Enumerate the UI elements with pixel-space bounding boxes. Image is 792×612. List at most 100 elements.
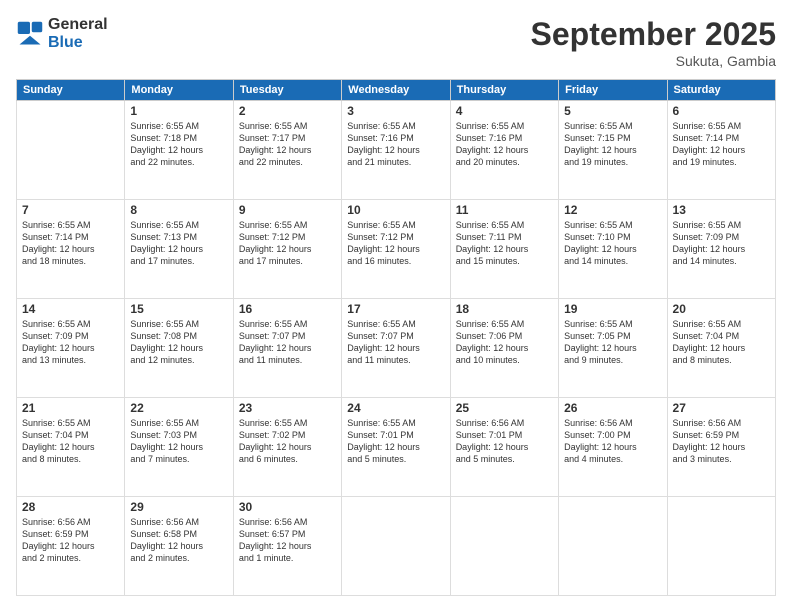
day-number: 11 bbox=[456, 203, 553, 217]
logo: General Blue bbox=[16, 16, 108, 51]
col-header-tuesday: Tuesday bbox=[233, 80, 341, 101]
calendar-cell: 21 Sunrise: 6:55 AM Sunset: 7:04 PM Dayli… bbox=[17, 398, 125, 497]
calendar-cell: 2 Sunrise: 6:55 AM Sunset: 7:17 PM Daylig… bbox=[233, 101, 341, 200]
calendar-cell: 12Sunrise: 6:55 AM Sunset: 7:10 PM Dayli… bbox=[559, 200, 667, 299]
day-number: 18 bbox=[456, 302, 553, 316]
calendar-cell: 9Sunrise: 6:55 AM Sunset: 7:12 PM Daylig… bbox=[233, 200, 341, 299]
day-number: 16 bbox=[239, 302, 336, 316]
calendar-cell: 10 Sunrise: 6:55 AM Sunset: 7:12 PM Dayli… bbox=[342, 200, 450, 299]
calendar-cell: 8 Sunrise: 6:55 AM Sunset: 7:13 PM Daylig… bbox=[125, 200, 233, 299]
day-info: Sunrise: 6:56 AM Sunset: 6:59 PM Dayligh… bbox=[673, 417, 770, 466]
calendar-cell: 25 Sunrise: 6:56 AM Sunset: 7:01 PM Dayli… bbox=[450, 398, 558, 497]
calendar-cell: 27 Sunrise: 6:56 AM Sunset: 6:59 PM Dayli… bbox=[667, 398, 775, 497]
col-header-wednesday: Wednesday bbox=[342, 80, 450, 101]
day-number: 5 bbox=[564, 104, 661, 118]
col-header-friday: Friday bbox=[559, 80, 667, 101]
calendar-cell bbox=[17, 101, 125, 200]
day-number: 1 bbox=[130, 104, 227, 118]
day-info: Sunrise: 6:55 AM Sunset: 7:14 PM Dayligh… bbox=[673, 120, 770, 169]
col-header-saturday: Saturday bbox=[667, 80, 775, 101]
calendar-week-row: 14 Sunrise: 6:55 AM Sunset: 7:09 PM Dayli… bbox=[17, 299, 776, 398]
day-info: Sunrise: 6:56 AM Sunset: 6:59 PM Dayligh… bbox=[22, 516, 119, 565]
day-info: Sunrise: 6:55 AM Sunset: 7:04 PM Dayligh… bbox=[673, 318, 770, 367]
calendar-cell: 3 Sunrise: 6:55 AM Sunset: 7:16 PM Daylig… bbox=[342, 101, 450, 200]
col-header-monday: Monday bbox=[125, 80, 233, 101]
day-info: Sunrise: 6:55 AM Sunset: 7:07 PM Dayligh… bbox=[239, 318, 336, 367]
day-info: Sunrise: 6:55 AM Sunset: 7:04 PM Dayligh… bbox=[22, 417, 119, 466]
month-title: September 2025 bbox=[531, 16, 776, 53]
day-info: Sunrise: 6:55 AM Sunset: 7:17 PM Dayligh… bbox=[239, 120, 336, 169]
day-number: 25 bbox=[456, 401, 553, 415]
header: General Blue September 2025 Sukuta, Gamb… bbox=[16, 16, 776, 69]
day-number: 27 bbox=[673, 401, 770, 415]
day-info: Sunrise: 6:55 AM Sunset: 7:14 PM Dayligh… bbox=[22, 219, 119, 268]
page: General Blue September 2025 Sukuta, Gamb… bbox=[0, 0, 792, 612]
day-info: Sunrise: 6:55 AM Sunset: 7:09 PM Dayligh… bbox=[673, 219, 770, 268]
day-number: 19 bbox=[564, 302, 661, 316]
calendar-cell: 28 Sunrise: 6:56 AM Sunset: 6:59 PM Dayli… bbox=[17, 497, 125, 596]
calendar-cell: 29Sunrise: 6:56 AM Sunset: 6:58 PM Dayli… bbox=[125, 497, 233, 596]
calendar-cell: 20Sunrise: 6:55 AM Sunset: 7:04 PM Dayli… bbox=[667, 299, 775, 398]
calendar-cell: 1 Sunrise: 6:55 AM Sunset: 7:18 PM Daylig… bbox=[125, 101, 233, 200]
calendar-cell: 19 Sunrise: 6:55 AM Sunset: 7:05 PM Dayli… bbox=[559, 299, 667, 398]
calendar-cell: 18Sunrise: 6:55 AM Sunset: 7:06 PM Dayli… bbox=[450, 299, 558, 398]
day-number: 26 bbox=[564, 401, 661, 415]
calendar-week-row: 7 Sunrise: 6:55 AM Sunset: 7:14 PM Daylig… bbox=[17, 200, 776, 299]
calendar-cell bbox=[450, 497, 558, 596]
day-info: Sunrise: 6:55 AM Sunset: 7:08 PM Dayligh… bbox=[130, 318, 227, 367]
logo-icon bbox=[16, 20, 44, 48]
calendar-header-row: SundayMondayTuesdayWednesdayThursdayFrid… bbox=[17, 80, 776, 101]
day-number: 21 bbox=[22, 401, 119, 415]
day-number: 6 bbox=[673, 104, 770, 118]
day-info: Sunrise: 6:55 AM Sunset: 7:03 PM Dayligh… bbox=[130, 417, 227, 466]
day-info: Sunrise: 6:55 AM Sunset: 7:16 PM Dayligh… bbox=[347, 120, 444, 169]
calendar-cell: 4 Sunrise: 6:55 AM Sunset: 7:16 PM Daylig… bbox=[450, 101, 558, 200]
calendar-cell bbox=[342, 497, 450, 596]
day-number: 17 bbox=[347, 302, 444, 316]
day-info: Sunrise: 6:55 AM Sunset: 7:16 PM Dayligh… bbox=[456, 120, 553, 169]
day-number: 10 bbox=[347, 203, 444, 217]
calendar-cell: 26 Sunrise: 6:56 AM Sunset: 7:00 PM Dayli… bbox=[559, 398, 667, 497]
day-info: Sunrise: 6:55 AM Sunset: 7:07 PM Dayligh… bbox=[347, 318, 444, 367]
day-number: 22 bbox=[130, 401, 227, 415]
day-number: 8 bbox=[130, 203, 227, 217]
day-info: Sunrise: 6:56 AM Sunset: 6:57 PM Dayligh… bbox=[239, 516, 336, 565]
title-block: September 2025 Sukuta, Gambia bbox=[531, 16, 776, 69]
location-subtitle: Sukuta, Gambia bbox=[531, 53, 776, 69]
calendar-cell bbox=[667, 497, 775, 596]
day-number: 28 bbox=[22, 500, 119, 514]
calendar-cell: 24 Sunrise: 6:55 AM Sunset: 7:01 PM Dayli… bbox=[342, 398, 450, 497]
day-info: Sunrise: 6:55 AM Sunset: 7:05 PM Dayligh… bbox=[564, 318, 661, 367]
day-number: 15 bbox=[130, 302, 227, 316]
calendar-week-row: 1 Sunrise: 6:55 AM Sunset: 7:18 PM Daylig… bbox=[17, 101, 776, 200]
day-info: Sunrise: 6:55 AM Sunset: 7:18 PM Dayligh… bbox=[130, 120, 227, 169]
calendar-cell: 17 Sunrise: 6:55 AM Sunset: 7:07 PM Dayli… bbox=[342, 299, 450, 398]
day-number: 3 bbox=[347, 104, 444, 118]
calendar-cell: 5Sunrise: 6:55 AM Sunset: 7:15 PM Daylig… bbox=[559, 101, 667, 200]
day-number: 23 bbox=[239, 401, 336, 415]
day-info: Sunrise: 6:55 AM Sunset: 7:13 PM Dayligh… bbox=[130, 219, 227, 268]
day-info: Sunrise: 6:55 AM Sunset: 7:11 PM Dayligh… bbox=[456, 219, 553, 268]
day-number: 7 bbox=[22, 203, 119, 217]
day-info: Sunrise: 6:55 AM Sunset: 7:12 PM Dayligh… bbox=[239, 219, 336, 268]
day-info: Sunrise: 6:56 AM Sunset: 7:00 PM Dayligh… bbox=[564, 417, 661, 466]
calendar-cell: 7 Sunrise: 6:55 AM Sunset: 7:14 PM Daylig… bbox=[17, 200, 125, 299]
calendar-cell: 30 Sunrise: 6:56 AM Sunset: 6:57 PM Dayli… bbox=[233, 497, 341, 596]
col-header-sunday: Sunday bbox=[17, 80, 125, 101]
calendar-cell: 16 Sunrise: 6:55 AM Sunset: 7:07 PM Dayli… bbox=[233, 299, 341, 398]
day-info: Sunrise: 6:55 AM Sunset: 7:12 PM Dayligh… bbox=[347, 219, 444, 268]
day-number: 30 bbox=[239, 500, 336, 514]
calendar-cell: 22 Sunrise: 6:55 AM Sunset: 7:03 PM Dayli… bbox=[125, 398, 233, 497]
day-number: 29 bbox=[130, 500, 227, 514]
day-number: 24 bbox=[347, 401, 444, 415]
day-number: 2 bbox=[239, 104, 336, 118]
day-info: Sunrise: 6:55 AM Sunset: 7:09 PM Dayligh… bbox=[22, 318, 119, 367]
calendar-cell: 23Sunrise: 6:55 AM Sunset: 7:02 PM Dayli… bbox=[233, 398, 341, 497]
day-number: 13 bbox=[673, 203, 770, 217]
day-number: 4 bbox=[456, 104, 553, 118]
day-number: 14 bbox=[22, 302, 119, 316]
day-info: Sunrise: 6:55 AM Sunset: 7:10 PM Dayligh… bbox=[564, 219, 661, 268]
day-info: Sunrise: 6:56 AM Sunset: 7:01 PM Dayligh… bbox=[456, 417, 553, 466]
calendar-week-row: 21 Sunrise: 6:55 AM Sunset: 7:04 PM Dayli… bbox=[17, 398, 776, 497]
day-info: Sunrise: 6:55 AM Sunset: 7:01 PM Dayligh… bbox=[347, 417, 444, 466]
